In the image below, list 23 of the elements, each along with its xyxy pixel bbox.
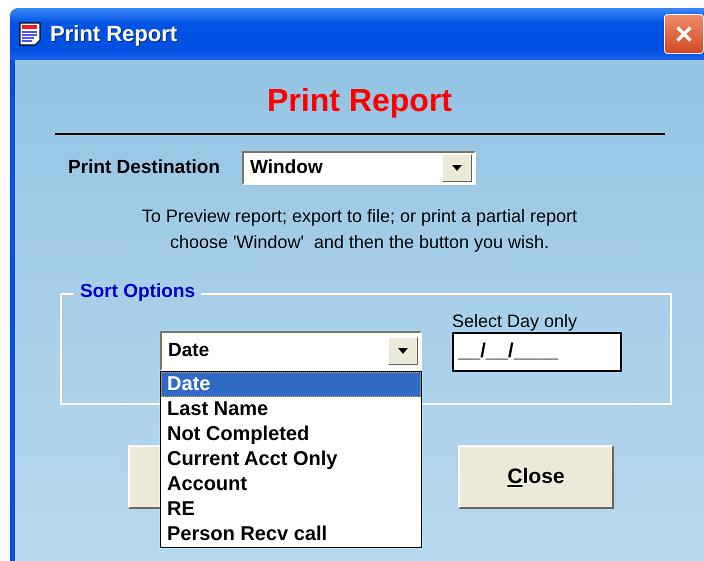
caret-icon bbox=[398, 348, 408, 354]
report-heading: Print Report bbox=[266, 82, 453, 119]
close-button[interactable]: Close bbox=[458, 445, 614, 509]
dropdown-button[interactable] bbox=[388, 337, 418, 365]
sort-dropdown[interactable]: Date bbox=[160, 331, 422, 371]
instruction-text: To Preview report; export to file; or print a partial report choose 'Window' and then the button you wish. bbox=[140, 205, 578, 254]
dropdown-option[interactable]: RE bbox=[161, 497, 421, 522]
window-title: Print Report bbox=[50, 21, 178, 47]
dropdown-button[interactable] bbox=[442, 154, 472, 182]
dropdown-option[interactable]: Person Recv call bbox=[161, 522, 421, 547]
field-label: Select Day only bbox=[452, 311, 578, 332]
group-legend: Sort Options bbox=[74, 281, 202, 303]
field-label: Print Destination bbox=[68, 157, 220, 179]
close-icon[interactable] bbox=[664, 14, 704, 54]
dropdown-option[interactable]: Date bbox=[161, 372, 421, 397]
caret-icon bbox=[452, 165, 462, 171]
dropdown-option[interactable]: Current Acct Only bbox=[161, 447, 421, 472]
destination-dropdown[interactable]: Window bbox=[242, 151, 476, 185]
dropdown-option[interactable]: Account bbox=[161, 472, 421, 497]
report-icon bbox=[18, 22, 42, 46]
dropdown-option[interactable]: Not Completed bbox=[161, 422, 421, 447]
date-field[interactable]: __/__/____ bbox=[452, 332, 622, 372]
dropdown-option[interactable]: Last Name bbox=[161, 397, 421, 422]
